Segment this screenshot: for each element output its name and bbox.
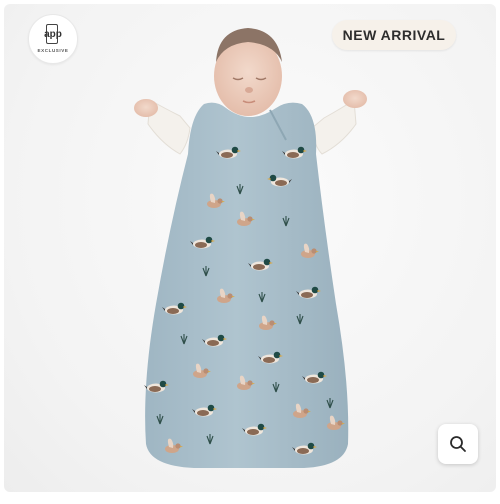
product-image-frame: app EXCLUSIVE NEW ARRIVAL xyxy=(4,4,496,492)
right-fist xyxy=(343,90,367,108)
new-arrival-badge: NEW ARRIVAL xyxy=(332,20,456,50)
left-fist xyxy=(134,99,158,117)
search-icon xyxy=(450,436,466,452)
app-badge-label: app xyxy=(44,29,62,40)
sleep-sack xyxy=(145,102,349,469)
product-photo xyxy=(134,28,367,469)
right-arm xyxy=(311,99,357,155)
search-button[interactable] xyxy=(438,424,478,464)
app-exclusive-badge: app EXCLUSIVE xyxy=(28,14,78,64)
exclusive-badge-label: EXCLUSIVE xyxy=(37,48,69,53)
